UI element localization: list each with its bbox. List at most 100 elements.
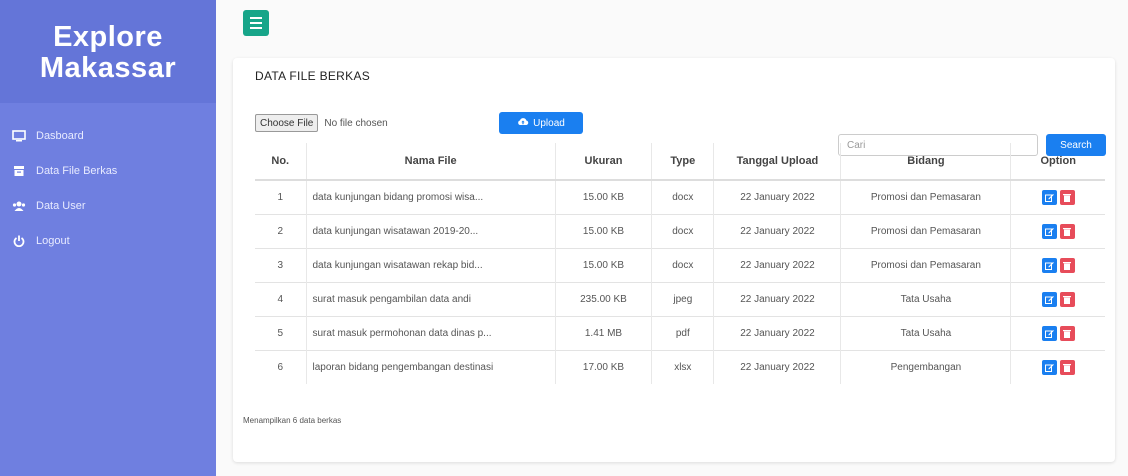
table-footer-text: Menampilkan 6 data berkas: [243, 416, 342, 425]
cell-date: 22 January 2022: [713, 315, 841, 350]
edit-icon: [1044, 227, 1054, 236]
monitor-icon: [12, 129, 26, 143]
trash-icon: [1063, 295, 1072, 304]
cell-file-name: surat masuk pengambilan data andi: [305, 281, 556, 316]
cell-date: 22 January 2022: [713, 247, 841, 282]
edit-icon: [1044, 295, 1054, 304]
table-row: 6 laporan bidang pengembangan destinasi …: [255, 349, 1105, 384]
cell-date: 22 January 2022: [713, 179, 841, 214]
sidebar-item-dashboard[interactable]: Dasboard: [0, 124, 216, 147]
data-file-card: DATA FILE BERKAS Choose File No file cho…: [233, 58, 1115, 462]
cell-file-name: laporan bidang pengembangan destinasi: [305, 349, 556, 384]
edit-icon: [1044, 261, 1054, 270]
cell-bidang: Tata Usaha: [840, 281, 1011, 316]
cell-size: 15.00 KB: [554, 213, 652, 248]
delete-button[interactable]: [1059, 189, 1075, 205]
cell-options: [1010, 349, 1105, 384]
sidebar: Explore Makassar Dasboard Data File Berk…: [0, 0, 216, 476]
column-header: Tanggal Upload: [713, 143, 841, 181]
cell-bidang: Tata Usaha: [840, 315, 1011, 350]
cell-date: 22 January 2022: [713, 213, 841, 248]
sidebar-item-label: Logout: [36, 234, 70, 247]
cell-size: 15.00 KB: [554, 247, 652, 282]
edit-button[interactable]: [1041, 359, 1057, 375]
cell-file-name: surat masuk permohonan data dinas p...: [305, 315, 556, 350]
cell-no: 2: [255, 213, 306, 248]
cell-size: 1.41 MB: [554, 315, 652, 350]
sidebar-item-label: Data File Berkas: [36, 164, 118, 177]
delete-button[interactable]: [1059, 291, 1075, 307]
cell-file-name: data kunjungan wisatawan rekap bid...: [305, 247, 556, 282]
trash-icon: [1063, 261, 1072, 270]
cell-no: 6: [255, 349, 306, 384]
data-file-table: No. Nama File Ukuran Type Tanggal Upload…: [255, 143, 1105, 384]
table-row: 1 data kunjungan bidang promosi wisa... …: [255, 179, 1105, 214]
delete-button[interactable]: [1059, 325, 1075, 341]
cell-size: 17.00 KB: [554, 349, 652, 384]
column-header: Ukuran: [554, 143, 652, 181]
cell-type: docx: [651, 179, 714, 214]
hamburger-icon: [250, 17, 262, 19]
table-row: 5 surat masuk permohonan data dinas p...…: [255, 315, 1105, 350]
column-header: Nama File: [305, 143, 556, 181]
brand-line-2: Makassar: [39, 52, 177, 84]
edit-icon: [1044, 193, 1054, 202]
edit-icon: [1044, 363, 1054, 372]
edit-button[interactable]: [1041, 223, 1057, 239]
trash-icon: [1063, 193, 1072, 202]
upload-button[interactable]: Upload: [499, 112, 583, 134]
edit-button[interactable]: [1041, 189, 1057, 205]
archive-icon: [12, 164, 26, 178]
trash-icon: [1063, 329, 1072, 338]
sidebar-menu: Dasboard Data File Berkas Data User Logo…: [0, 124, 216, 264]
cell-size: 235.00 KB: [554, 281, 652, 316]
brand: Explore Makassar: [0, 0, 216, 103]
sidebar-item-logout[interactable]: Logout: [0, 229, 216, 252]
menu-toggle-button[interactable]: [243, 10, 269, 36]
trash-icon: [1063, 227, 1072, 236]
sidebar-item-data-user[interactable]: Data User: [0, 194, 216, 217]
cell-type: docx: [651, 247, 714, 282]
cell-type: docx: [651, 213, 714, 248]
cell-options: [1010, 179, 1105, 214]
delete-button[interactable]: [1059, 257, 1075, 273]
table-row: 4 surat masuk pengambilan data andi 235.…: [255, 281, 1105, 316]
file-status: No file chosen: [324, 117, 388, 129]
users-icon: [12, 199, 26, 213]
trash-icon: [1063, 363, 1072, 372]
edit-button[interactable]: [1041, 257, 1057, 273]
cell-options: [1010, 247, 1105, 282]
brand-line-1: Explore: [53, 21, 163, 53]
cell-bidang: Promosi dan Pemasaran: [840, 213, 1011, 248]
cloud-upload-icon: [517, 117, 529, 129]
cell-options: [1010, 315, 1105, 350]
sidebar-item-data-file-berkas[interactable]: Data File Berkas: [0, 159, 216, 182]
file-input[interactable]: Choose File No file chosen: [255, 113, 388, 133]
edit-button[interactable]: [1041, 291, 1057, 307]
edit-button[interactable]: [1041, 325, 1057, 341]
power-icon: [12, 234, 26, 248]
cell-date: 22 January 2022: [713, 349, 841, 384]
sidebar-item-label: Data User: [36, 199, 86, 212]
cell-no: 1: [255, 179, 306, 214]
delete-button[interactable]: [1059, 359, 1075, 375]
table-header-row: No. Nama File Ukuran Type Tanggal Upload…: [255, 143, 1105, 181]
choose-file-button[interactable]: Choose File: [255, 114, 319, 132]
edit-icon: [1044, 329, 1054, 338]
cell-bidang: Promosi dan Pemasaran: [840, 247, 1011, 282]
cell-no: 4: [255, 281, 306, 316]
table-row: 2 data kunjungan wisatawan 2019-20... 15…: [255, 213, 1105, 248]
cell-options: [1010, 281, 1105, 316]
card-title: DATA FILE BERKAS: [255, 69, 371, 83]
sidebar-item-label: Dasboard: [36, 129, 84, 142]
cell-file-name: data kunjungan wisatawan 2019-20...: [305, 213, 556, 248]
column-header: Bidang: [840, 143, 1011, 181]
delete-button[interactable]: [1059, 223, 1075, 239]
column-header: Type: [651, 143, 714, 181]
column-header: Option: [1010, 143, 1105, 181]
cell-file-name: data kunjungan bidang promosi wisa...: [305, 179, 556, 214]
upload-label: Upload: [533, 117, 565, 129]
cell-options: [1010, 213, 1105, 248]
cell-type: pdf: [651, 315, 714, 350]
cell-size: 15.00 KB: [554, 179, 652, 214]
